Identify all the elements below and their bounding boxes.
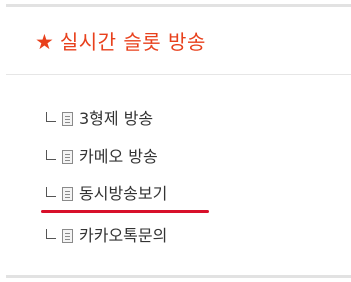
document-icon bbox=[62, 229, 73, 243]
live-slot-broadcast-panel: ★ 실시간 슬롯 방송 3형제 방송 카메오 방송 동시방송보기 카카오톡문의 bbox=[0, 0, 351, 282]
menu-item-three-brothers[interactable]: 3형제 방송 bbox=[46, 107, 153, 131]
menu-item-cameo[interactable]: 카메오 방송 bbox=[46, 145, 158, 169]
document-icon bbox=[62, 112, 73, 126]
document-icon bbox=[62, 187, 73, 201]
tree-branch-icon bbox=[46, 228, 56, 239]
top-divider bbox=[6, 4, 351, 7]
document-icon bbox=[62, 150, 73, 164]
section-title: 실시간 슬롯 방송 bbox=[59, 30, 206, 54]
menu-item-kakaotalk[interactable]: 카카오톡문의 bbox=[46, 224, 167, 248]
menu-item-simultaneous[interactable]: 동시방송보기 bbox=[46, 182, 167, 206]
menu-item-label[interactable]: 동시방송보기 bbox=[79, 186, 167, 202]
active-item-underline bbox=[41, 210, 209, 213]
header-divider bbox=[6, 74, 351, 75]
section-header: ★ 실시간 슬롯 방송 bbox=[35, 27, 206, 57]
tree-branch-icon bbox=[46, 111, 56, 122]
star-icon: ★ bbox=[35, 29, 54, 54]
bottom-divider bbox=[6, 275, 351, 278]
menu-item-label[interactable]: 카카오톡문의 bbox=[79, 228, 167, 244]
menu-item-label[interactable]: 3형제 방송 bbox=[79, 111, 153, 127]
tree-branch-icon bbox=[46, 186, 56, 197]
menu-item-label[interactable]: 카메오 방송 bbox=[79, 149, 158, 165]
tree-branch-icon bbox=[46, 149, 56, 160]
